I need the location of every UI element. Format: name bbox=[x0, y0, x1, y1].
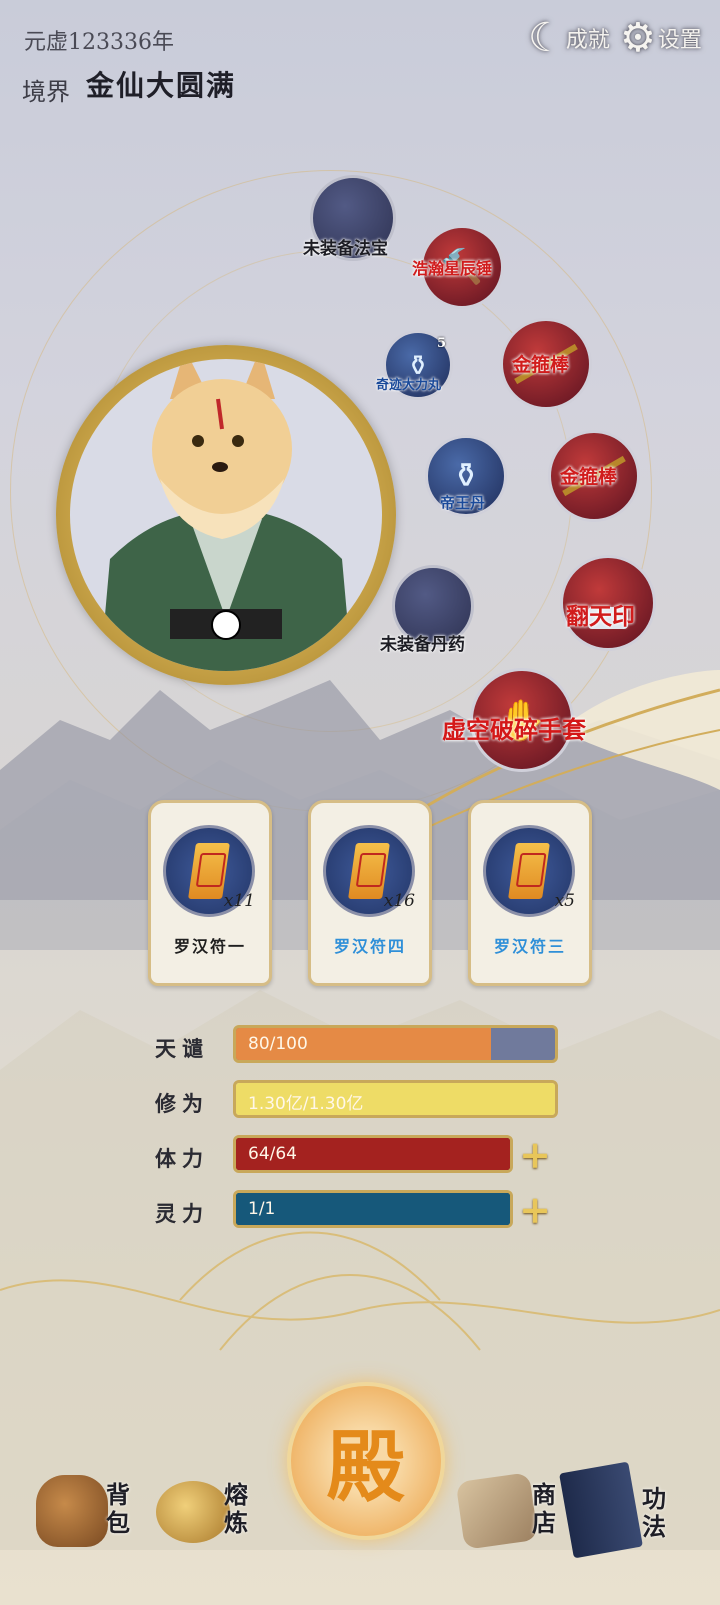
settings-label: 设置 bbox=[657, 28, 702, 53]
talisman-name: 罗汉符一 bbox=[173, 937, 246, 956]
treasure-slot-label: 未装备法宝 bbox=[303, 239, 388, 259]
talisman-card-1[interactable]: x11 罗汉符一 bbox=[148, 800, 272, 986]
nav-smelt[interactable]: 熔炼 bbox=[150, 1455, 260, 1565]
pill-emperor-label: 帝王丹 bbox=[440, 494, 486, 512]
achievements-label: 成就 bbox=[565, 28, 610, 53]
stamina-bar: 64/64 bbox=[233, 1135, 513, 1173]
nav-bag[interactable]: 背包 bbox=[30, 1455, 140, 1565]
avatar-portrait bbox=[70, 359, 382, 671]
nav-shop[interactable]: 商店 bbox=[455, 1455, 566, 1565]
seal-label: 翻天印 bbox=[566, 603, 635, 630]
spirit-value: 1/1 bbox=[248, 1199, 276, 1219]
talisman-count: x11 bbox=[223, 891, 255, 911]
crescent-moon-icon: ☾ bbox=[528, 15, 564, 61]
settings-button[interactable]: ⚙ 设置 bbox=[620, 10, 702, 66]
talisman-card-3[interactable]: x5 罗汉符三 bbox=[468, 800, 592, 986]
power-label: 修为 bbox=[155, 1091, 209, 1116]
game-year: 元虚123336年 bbox=[24, 30, 174, 55]
stamina-value: 64/64 bbox=[248, 1144, 297, 1164]
map-scroll-icon bbox=[455, 1472, 539, 1550]
lotus-furnace-icon bbox=[156, 1481, 230, 1543]
talisman-name: 罗汉符四 bbox=[333, 937, 406, 956]
talent-label: 天谴 bbox=[155, 1036, 209, 1061]
center-hall-label: 殿 bbox=[326, 1422, 405, 1513]
pill-slot-label: 未装备丹药 bbox=[380, 635, 465, 655]
spirit-add-button[interactable]: + bbox=[513, 1187, 557, 1232]
pill-small-label: 奇迹大力丸 bbox=[376, 378, 442, 393]
stamina-add-button[interactable]: + bbox=[513, 1132, 557, 1177]
hammer-label: 浩瀚星辰锤 bbox=[412, 259, 493, 278]
nav-bag-label: 背包 bbox=[106, 1480, 130, 1537]
bag-icon bbox=[36, 1475, 108, 1547]
nav-smelt-label: 熔炼 bbox=[224, 1480, 248, 1537]
stamina-label: 体力 bbox=[155, 1146, 209, 1171]
staff-label-1: 金箍棒 bbox=[512, 354, 570, 376]
realm-label: 境界 bbox=[22, 78, 70, 106]
talisman-card-2[interactable]: x16 罗汉符四 bbox=[308, 800, 432, 986]
talent-value: 80/100 bbox=[248, 1034, 308, 1054]
gourd-bottle-icon: ⚱ bbox=[451, 456, 481, 496]
spirit-fill bbox=[236, 1193, 510, 1225]
power-bar: 1.30亿/1.30亿 bbox=[233, 1080, 558, 1118]
character-avatar[interactable] bbox=[56, 345, 396, 685]
center-hall-button[interactable]: 殿 bbox=[287, 1382, 445, 1540]
nav-skill[interactable]: 功法 bbox=[559, 1455, 686, 1565]
staff-label-2: 金箍棒 bbox=[560, 466, 618, 488]
gear-icon: ⚙ bbox=[620, 15, 656, 61]
gloves-label: 虚空破碎手套 bbox=[442, 715, 586, 744]
nav-shop-label: 商店 bbox=[532, 1480, 556, 1537]
book-icon bbox=[559, 1461, 643, 1559]
fox-character-icon bbox=[100, 359, 352, 671]
talisman-name: 罗汉符三 bbox=[493, 937, 566, 956]
realm-value: 金仙大圆满 bbox=[86, 69, 237, 102]
nav-skill-label: 功法 bbox=[642, 1484, 666, 1541]
pill-small-count: 5 bbox=[437, 336, 447, 351]
talent-bar: 80/100 bbox=[233, 1025, 558, 1063]
talisman-count: x5 bbox=[554, 891, 575, 911]
spirit-bar: 1/1 bbox=[233, 1190, 513, 1228]
achievements-button[interactable]: ☾ 成就 bbox=[528, 10, 610, 66]
power-value: 1.30亿/1.30亿 bbox=[248, 1094, 364, 1114]
spirit-label: 灵力 bbox=[155, 1201, 209, 1226]
talisman-count: x16 bbox=[383, 891, 415, 911]
